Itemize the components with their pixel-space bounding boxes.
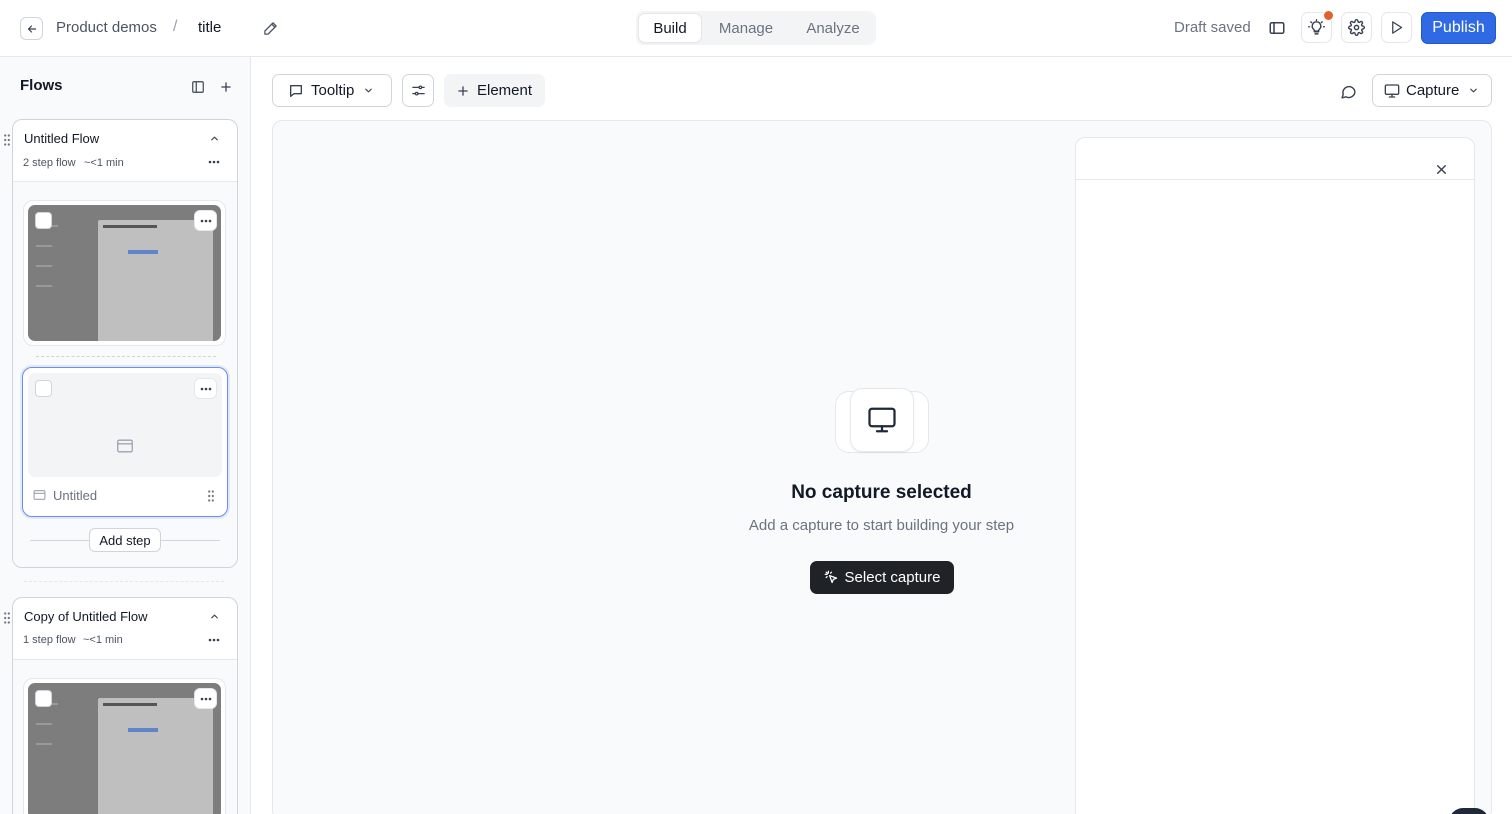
flow-duration: ~<1 min [83,634,123,646]
flow-header[interactable] [13,120,237,182]
capture-dropdown[interactable]: Capture [1372,74,1492,107]
pointer-click-icon [824,570,837,584]
tab-analyze[interactable]: Analyze [793,14,873,42]
chevron-down-icon [1468,85,1479,96]
step-settings-button[interactable] [402,74,434,107]
step-thumbnail [28,205,221,341]
panel-left-icon [192,81,204,93]
empty-state-subtitle: Add a capture to start building your ste… [748,517,1015,534]
more-horizontal-icon [200,219,211,222]
empty-state-icon [850,388,914,452]
browser-window-icon [116,438,134,454]
mode-tabs: Build Manage Analyze [636,11,876,45]
panel-divider [1076,179,1474,180]
notification-dot [1323,10,1334,21]
flows-title: Flows [20,77,63,94]
more-horizontal-icon [208,160,220,164]
add-element-label: Element [477,82,533,99]
more-horizontal-icon [208,638,220,642]
save-status: Draft saved [1174,19,1251,36]
step-checkbox[interactable] [35,380,52,397]
step-type-dropdown[interactable]: Tooltip [272,74,392,107]
flow-step-count: 1 step flow [23,634,76,646]
add-flow-button[interactable] [215,76,237,98]
step-checkbox[interactable] [35,212,52,229]
step-checkbox[interactable] [35,690,52,707]
plus-icon [221,82,231,92]
step-thumbnail [28,683,221,814]
select-capture-button[interactable]: Select capture [810,561,954,594]
close-icon [1437,165,1446,174]
collapse-flow-button[interactable] [209,611,220,622]
flow-step-count: 2 step flow [23,157,76,169]
capture-label: Capture [1406,82,1460,99]
flow-divider [24,581,224,582]
more-horizontal-icon [200,387,211,390]
monitor-icon [1384,83,1400,99]
monitor-icon [868,407,896,433]
add-element-button[interactable]: Element [444,74,545,107]
arrow-left-icon [27,24,36,33]
flow-duration: ~<1 min [84,157,124,169]
play-icon [1392,21,1403,34]
comments-button[interactable] [1337,80,1359,102]
flow-name: Untitled Flow [24,131,100,146]
step-divider [36,356,216,357]
sidebar-toggle-button[interactable] [1266,17,1288,39]
flow-header[interactable] [13,598,237,660]
publish-button[interactable]: Publish [1421,12,1496,44]
tooltip-icon [288,83,304,99]
drag-handle-icon[interactable] [3,133,11,147]
close-panel-button[interactable] [1435,163,1448,176]
more-horizontal-icon [200,697,211,700]
preview-button[interactable] [1381,12,1412,43]
breadcrumb-separator: / [173,18,178,35]
edit-title-button[interactable] [261,19,279,37]
step-type-label: Tooltip [311,82,355,99]
flow-more-button[interactable] [208,160,220,164]
settings-button[interactable] [1341,12,1372,43]
flow-more-button[interactable] [208,638,220,642]
tab-manage[interactable]: Manage [707,14,785,42]
step-more-button[interactable] [194,688,217,709]
chevron-up-icon [211,614,218,619]
chevron-up-icon [211,136,218,141]
step-more-button[interactable] [194,378,217,399]
empty-state-title: No capture selected [791,482,972,503]
collapse-flow-button[interactable] [209,133,220,144]
sliders-icon [411,85,425,96]
gear-icon [1348,19,1365,36]
demo-title[interactable]: title [198,19,221,36]
message-circle-icon [1340,85,1356,99]
drag-handle-icon[interactable] [3,611,11,625]
chevron-down-icon [363,85,374,96]
panel-icon [1269,22,1285,34]
select-capture-label: Select capture [844,569,941,586]
collapse-sidebar-button[interactable] [187,76,209,98]
flow-name: Copy of Untitled Flow [24,609,148,624]
tooltip-preview-panel [1075,137,1475,814]
back-button[interactable] [20,17,43,40]
tab-build[interactable]: Build [639,14,701,42]
lightbulb-icon [1308,19,1325,35]
empty-step-thumbnail [28,373,222,477]
step-more-button[interactable] [194,210,217,231]
breadcrumb-product-demos[interactable]: Product demos [56,19,157,36]
plus-icon [456,84,470,98]
pencil-icon [263,21,277,35]
